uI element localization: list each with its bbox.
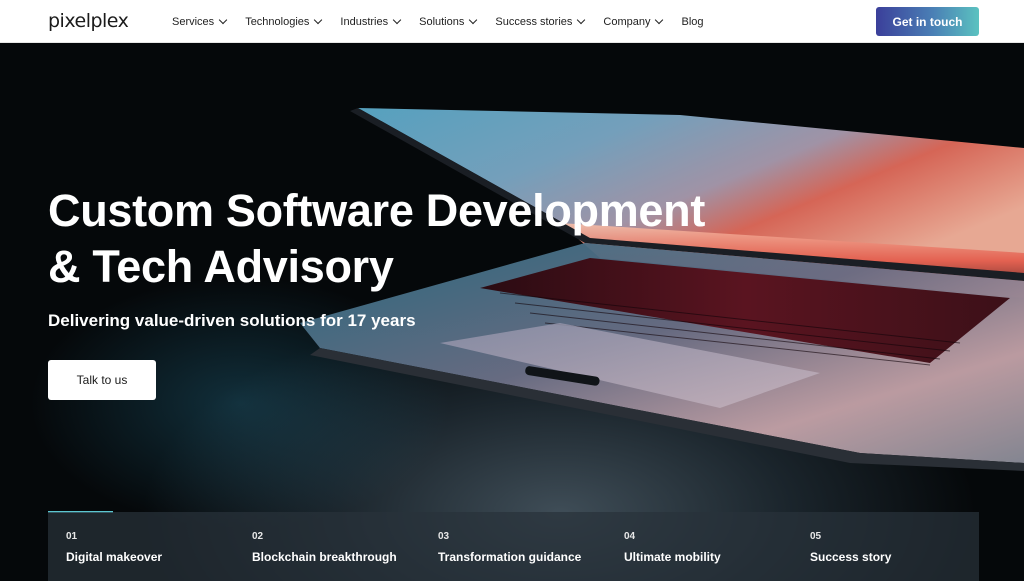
nav-item-industries[interactable]: Industries <box>340 15 402 28</box>
nav-item-label: Technologies <box>245 15 310 28</box>
tab-number: 03 <box>438 531 450 542</box>
tab-label: Digital makeover <box>66 550 163 564</box>
hero-section: Custom Software Development & Tech Advis… <box>0 43 1024 581</box>
hero-title-line-2: & Tech Advisory <box>48 241 394 292</box>
tab-number: 02 <box>252 531 264 542</box>
tab-success-story[interactable]: 05 Success story <box>792 512 978 581</box>
main-nav: Services Technologies Industries Solutio… <box>172 0 723 43</box>
nav-item-label: Company <box>603 15 651 28</box>
tab-number: 05 <box>810 531 822 542</box>
nav-item-label: Success stories <box>495 15 573 28</box>
hero-subtitle: Delivering value-driven solutions for 17… <box>48 311 416 330</box>
tab-number: 01 <box>66 531 78 542</box>
tab-ultimate-mobility[interactable]: 04 Ultimate mobility <box>606 512 792 581</box>
nav-item-solutions[interactable]: Solutions <box>419 15 478 28</box>
nav-item-blog[interactable]: Blog <box>681 16 703 28</box>
chevron-down-icon <box>392 15 402 24</box>
nav-item-label: Solutions <box>419 15 465 28</box>
tab-label: Transformation guidance <box>438 550 582 564</box>
chevron-down-icon <box>314 15 323 24</box>
chevron-down-icon <box>469 15 478 24</box>
nav-item-label: Blog <box>681 15 704 28</box>
tab-transformation-guidance[interactable]: 03 Transformation guidance <box>420 512 606 581</box>
chevron-down-icon <box>218 15 228 24</box>
chevron-down-icon <box>577 15 586 24</box>
nav-item-label: Services <box>172 15 215 28</box>
nav-item-success-stories[interactable]: Success stories <box>495 15 586 28</box>
nav-item-label: Industries <box>340 15 389 28</box>
get-in-touch-button[interactable]: Get in touch <box>876 7 979 36</box>
nav-item-company[interactable]: Company <box>603 15 664 28</box>
nav-item-technologies[interactable]: Technologies <box>245 15 323 28</box>
feature-tabs: 01 Digital makeover 02 Blockchain breakt… <box>48 512 979 581</box>
site-header: pixelplex Services Technologies Industri… <box>0 0 1024 43</box>
pixelplex-logo[interactable]: pixelplex <box>48 10 129 32</box>
tab-digital-makeover[interactable]: 01 Digital makeover <box>48 512 234 581</box>
hero-title: Custom Software Development & Tech Advis… <box>48 183 768 295</box>
talk-to-us-button[interactable]: Talk to us <box>48 360 156 400</box>
tab-label: Blockchain breakthrough <box>252 550 397 564</box>
tab-label: Ultimate mobility <box>624 550 721 564</box>
tab-number: 04 <box>624 531 636 542</box>
tab-blockchain-breakthrough[interactable]: 02 Blockchain breakthrough <box>234 512 420 581</box>
chevron-down-icon <box>655 15 664 24</box>
tab-label: Success story <box>810 550 892 564</box>
nav-item-services[interactable]: Services <box>172 15 228 28</box>
hero-title-line-1: Custom Software Development <box>48 185 706 236</box>
